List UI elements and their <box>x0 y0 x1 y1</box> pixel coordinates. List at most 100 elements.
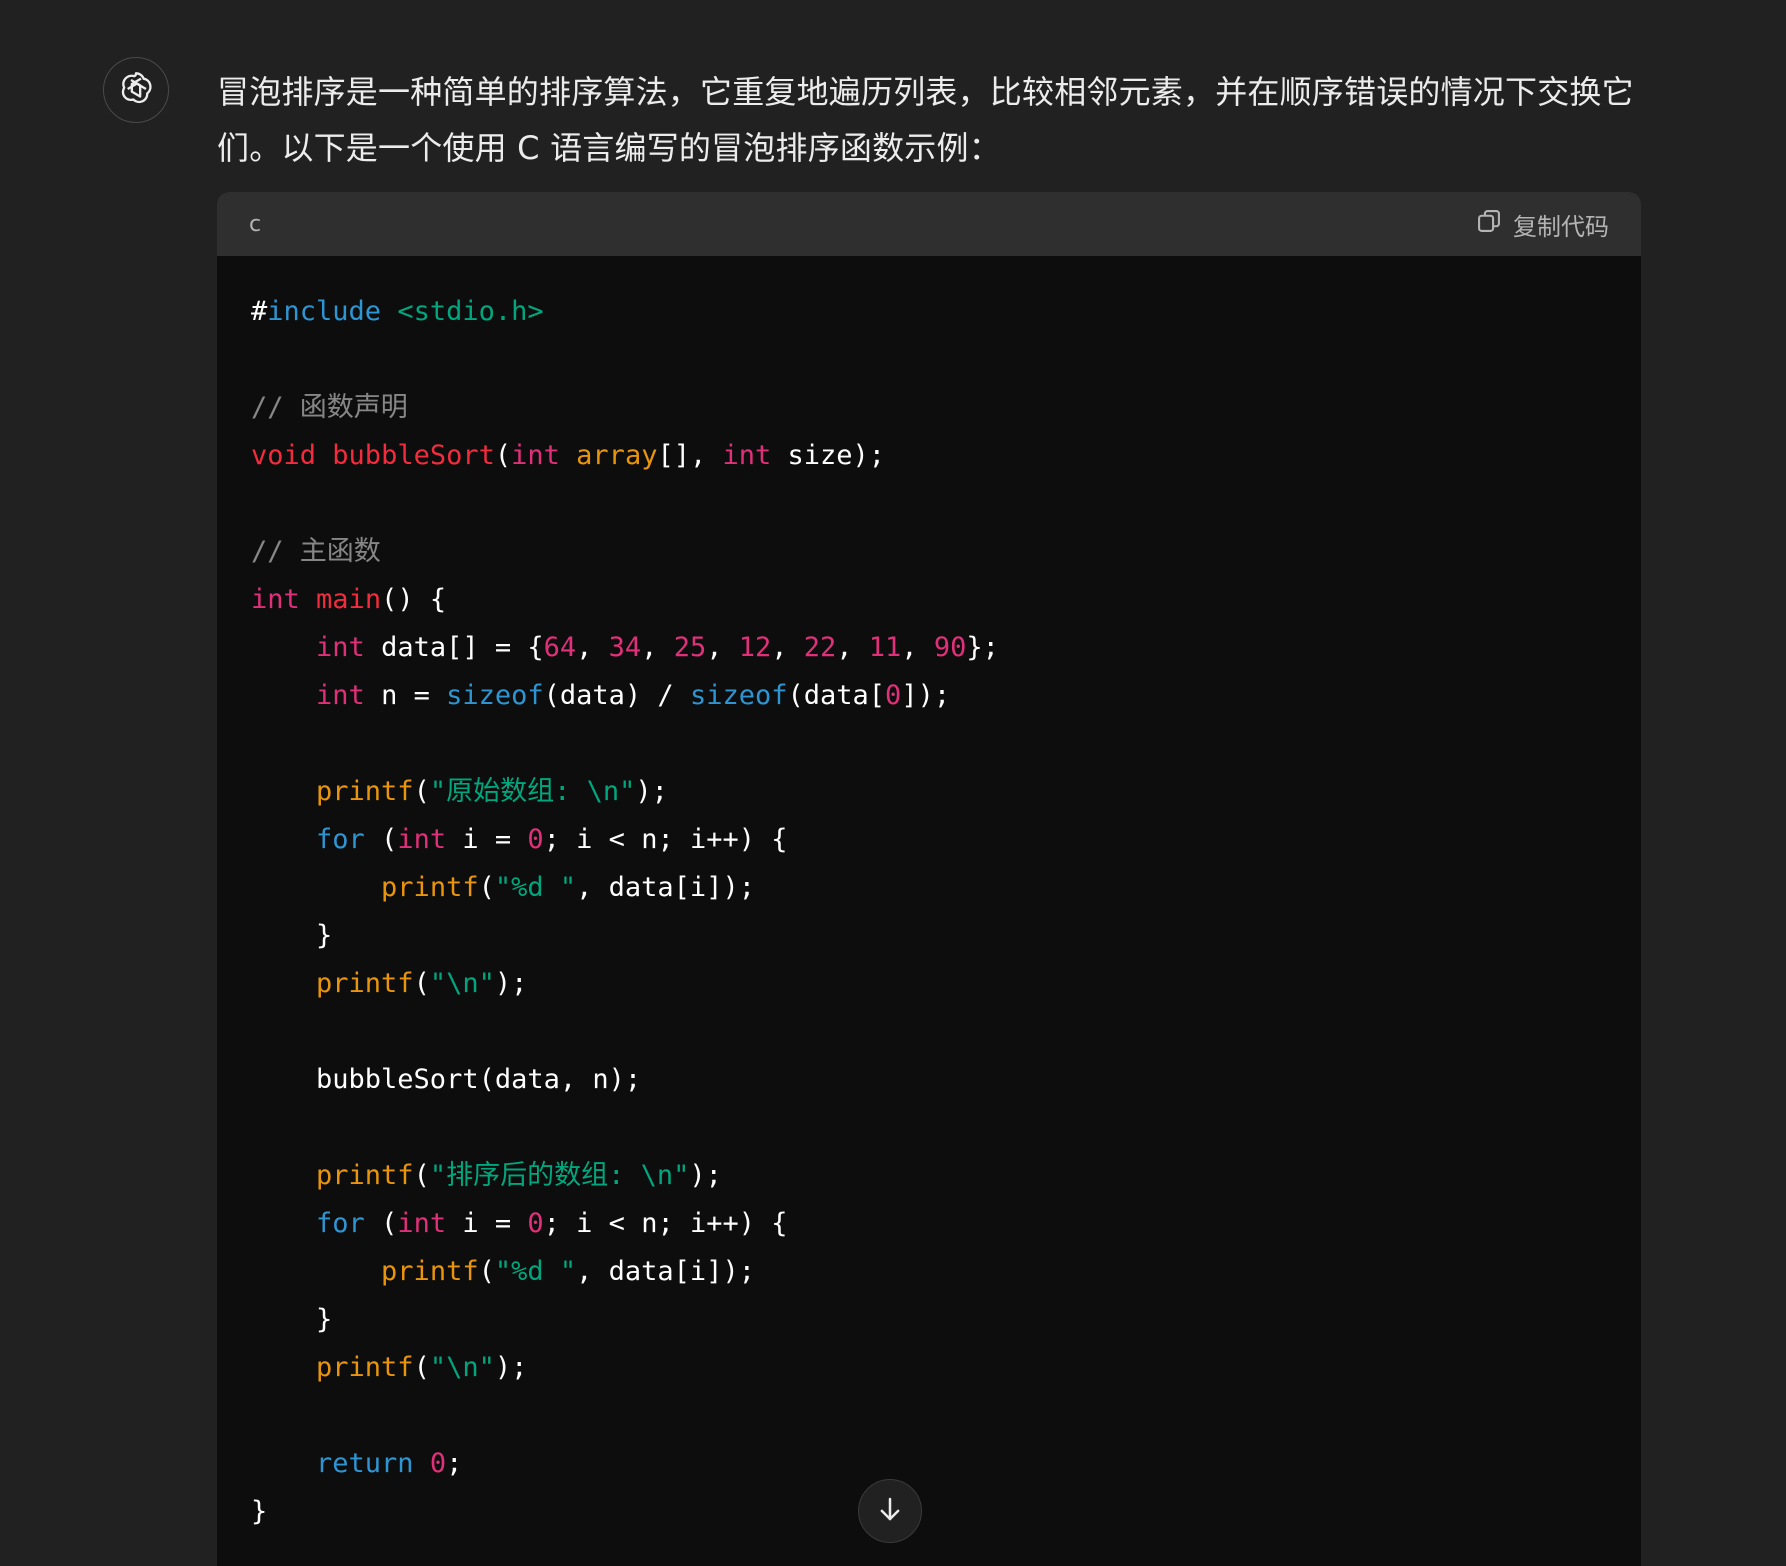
code-token: int <box>511 440 560 471</box>
scroll-to-bottom-button[interactable] <box>858 1479 922 1543</box>
code-token: include <box>267 296 382 327</box>
code-token: (data[ <box>787 680 886 711</box>
code-token: "%d " <box>494 872 577 903</box>
code-header: c 复制代码 <box>217 192 1641 256</box>
code-token: <stdio.h> <box>397 296 544 327</box>
openai-logo-icon <box>116 68 156 112</box>
code-token: "%d " <box>494 1256 577 1287</box>
code-token: data[] = { <box>364 632 544 663</box>
code-token: "\n" <box>429 968 495 999</box>
code-token: int <box>316 632 365 663</box>
code-token: , <box>641 632 674 663</box>
code-line: printf("\n"); <box>251 960 1607 1008</box>
code-token: , <box>836 632 869 663</box>
code-token: }; <box>966 632 999 663</box>
code-line: #include <stdio.h> <box>251 288 1607 336</box>
code-token: 25 <box>673 632 707 663</box>
code-line: printf("排序后的数组: \n"); <box>251 1152 1607 1200</box>
code-token: 0 <box>885 680 902 711</box>
code-token: } <box>251 1304 333 1335</box>
code-token: ); <box>635 776 668 807</box>
code-line: for (int i = 0; i < n; i++) { <box>251 1200 1607 1248</box>
code-token: } <box>251 1496 268 1527</box>
code-body[interactable]: #include <stdio.h> // 函数声明 void bubbleSort… <box>217 256 1641 1566</box>
copy-icon <box>1475 207 1503 241</box>
code-token: i = <box>446 1208 528 1239</box>
code-token: ; i < n; i++) { <box>543 1208 788 1239</box>
code-token: printf <box>381 1256 479 1287</box>
code-token: printf <box>316 968 414 999</box>
code-language-label: c <box>249 211 262 237</box>
code-token: 0 <box>429 1448 447 1479</box>
code-token: main <box>316 584 382 615</box>
code-token: int <box>397 1208 447 1239</box>
code-token: , data[i]); <box>576 1256 755 1287</box>
assistant-avatar <box>103 57 169 123</box>
code-token: ]); <box>901 680 951 711</box>
code-token: "排序后的数组: \n" <box>429 1160 690 1191</box>
code-token: , <box>706 632 739 663</box>
code-token: , <box>901 632 934 663</box>
code-token: sizeof <box>446 680 544 711</box>
code-token: ( <box>413 1160 430 1191</box>
code-token: ( <box>413 968 430 999</box>
code-token: for <box>316 1208 365 1239</box>
code-line: int data[] = {64, 34, 25, 12, 22, 11, 90… <box>251 624 1607 672</box>
code-token: ); <box>494 968 528 999</box>
code-token: 90 <box>933 632 967 663</box>
code-line: printf("\n"); <box>251 1344 1607 1392</box>
code-token: 34 <box>608 632 642 663</box>
code-token: ( <box>478 872 495 903</box>
code-line: printf("%d ", data[i]); <box>251 1248 1607 1296</box>
code-token: return <box>316 1448 414 1479</box>
code-token: , <box>771 632 804 663</box>
code-token: int <box>316 680 365 711</box>
code-line: // 主函数 <box>251 528 1607 576</box>
copy-code-label: 复制代码 <box>1513 212 1609 241</box>
code-token: void <box>251 440 317 471</box>
code-token: ( <box>478 1256 495 1287</box>
code-token: 12 <box>738 632 772 663</box>
code-token: i = <box>446 824 528 855</box>
code-token: int <box>722 440 772 471</box>
code-token: , data[i]); <box>576 872 755 903</box>
code-line: // 函数声明 <box>251 384 1607 432</box>
code-line: } <box>251 1296 1607 1344</box>
code-line: printf("%d ", data[i]); <box>251 864 1607 912</box>
code-token: for <box>316 824 365 855</box>
code-token: 11 <box>868 632 902 663</box>
code-token: (data) / <box>543 680 690 711</box>
code-line: for (int i = 0; i < n; i++) { <box>251 816 1607 864</box>
code-line: int n = sizeof(data) / sizeof(data[0]); <box>251 672 1607 720</box>
code-token: printf <box>316 776 414 807</box>
assistant-message: 冒泡排序是一种简单的排序算法，它重复地遍历列表，比较相邻元素，并在顺序错误的情况… <box>217 73 1634 167</box>
code-token: int <box>397 824 447 855</box>
code-token: printf <box>316 1352 414 1383</box>
copy-code-button[interactable]: 复制代码 <box>1475 207 1609 242</box>
code-token: () { <box>381 584 447 615</box>
code-token: [], <box>657 440 723 471</box>
code-token: size); <box>771 440 886 471</box>
code-token: , <box>576 632 609 663</box>
code-line: bubbleSort(data, n); <box>251 1056 1607 1104</box>
code-token: ( <box>413 776 430 807</box>
code-token: "原始数组: \n" <box>429 776 636 807</box>
code-line: int main() { <box>251 576 1607 624</box>
code-block: c 复制代码 #include <stdio.h> // 函数声明 void bub… <box>217 192 1641 1566</box>
